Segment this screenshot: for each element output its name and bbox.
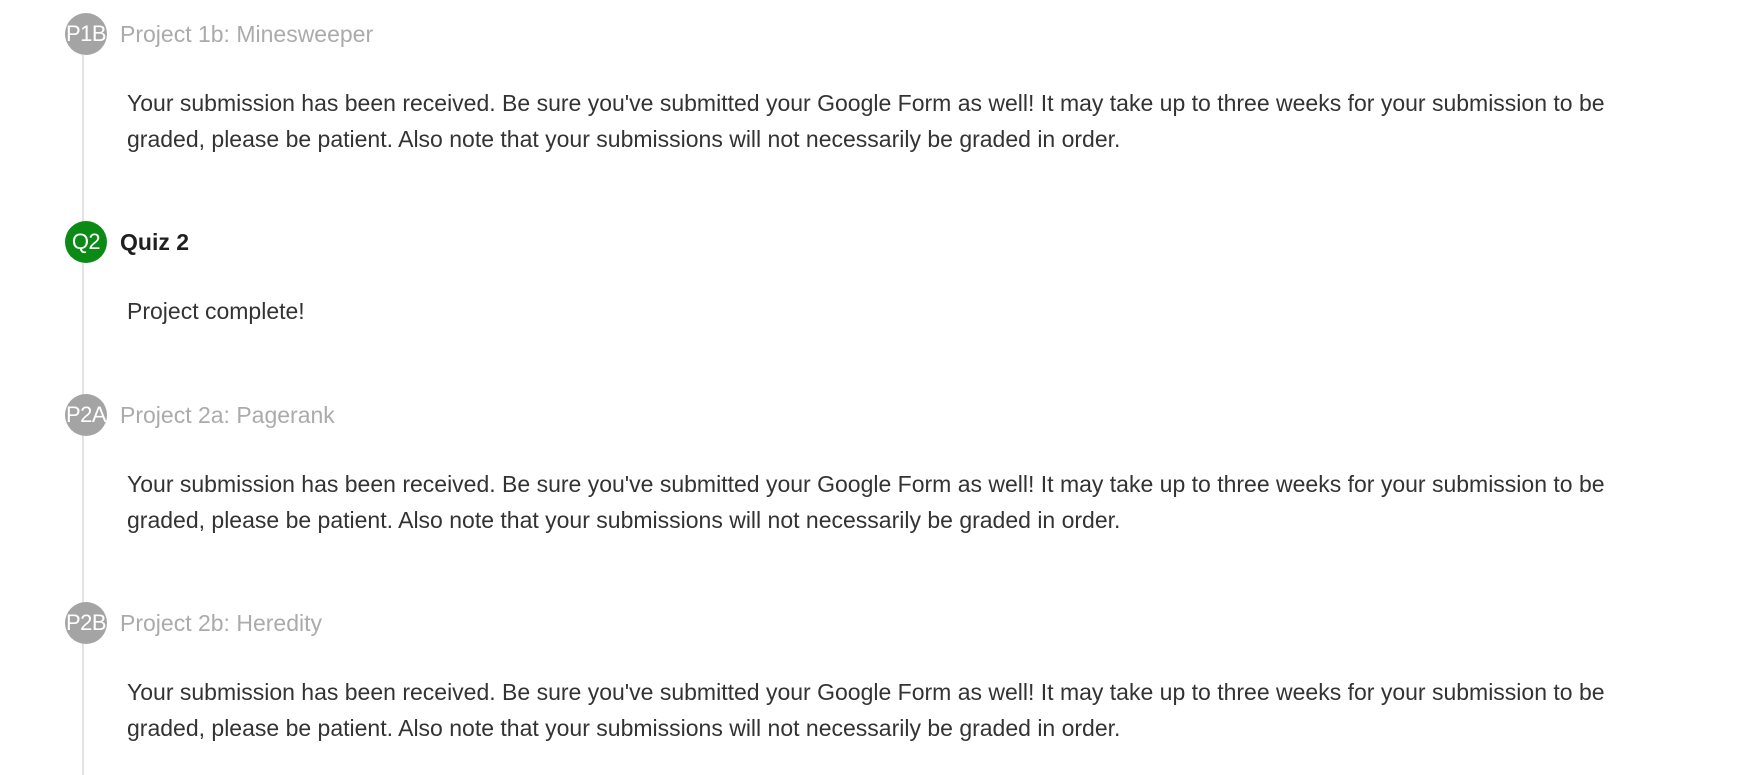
submission-timeline: P1B Project 1b: Minesweeper Your submiss… [0,0,1744,775]
entry-message: Your submission has been received. Be su… [127,471,1605,533]
entry-title[interactable]: Quiz 2 [120,221,189,263]
status-badge: P2B [65,602,107,644]
entry-title[interactable]: Project 1b: Minesweeper [120,13,373,55]
status-badge: P2A [65,394,107,436]
status-badge: P1B [65,13,107,55]
entry-title[interactable]: Project 2b: Heredity [120,602,322,644]
entry-message: Your submission has been received. Be su… [127,90,1605,152]
entry-message: Your submission has been received. Be su… [127,679,1605,741]
entry-title[interactable]: Project 2a: Pagerank [120,394,335,436]
status-badge: Q2 [65,221,107,263]
entry-message: Project complete! [127,298,305,324]
